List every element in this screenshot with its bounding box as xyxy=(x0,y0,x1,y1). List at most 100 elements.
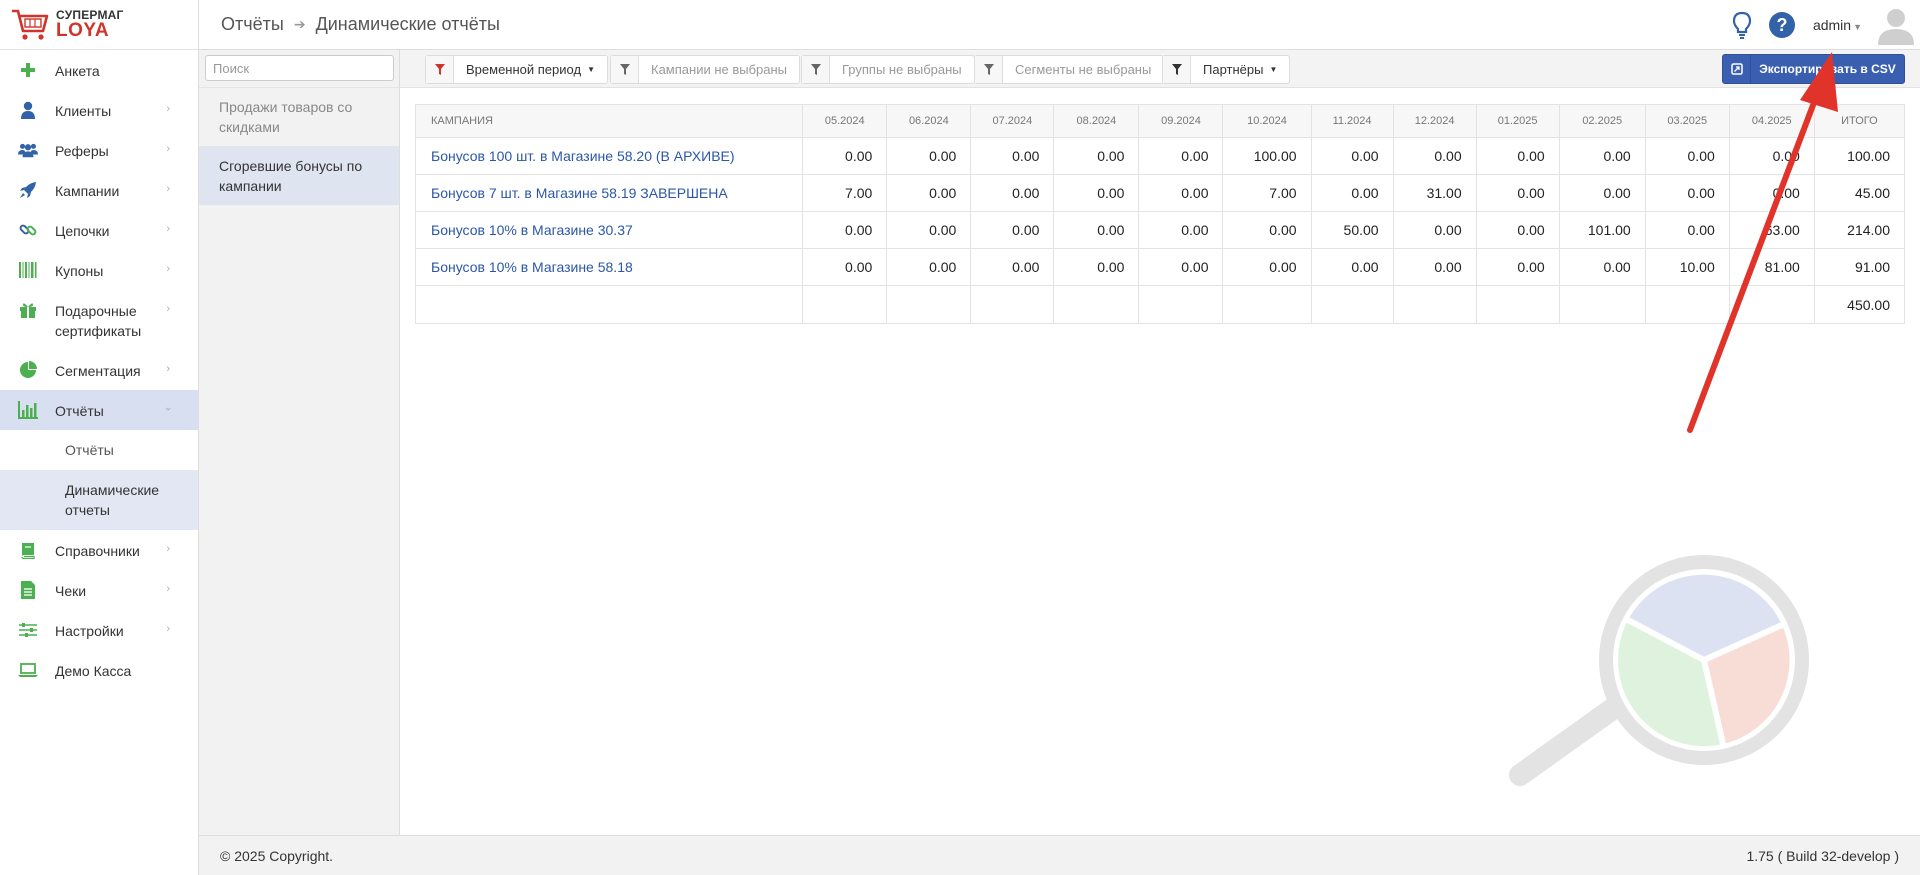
pie-icon xyxy=(18,360,38,380)
table-cell: 0.00 xyxy=(1728,137,1815,175)
filter-segments[interactable]: Сегменты не выбраны xyxy=(974,55,1165,84)
user-menu[interactable]: admin ▼ xyxy=(1813,17,1862,33)
report-search-input[interactable] xyxy=(205,55,394,81)
table-total-row: 450.00 xyxy=(414,285,1906,324)
filter-groups[interactable]: Группы не выбраны xyxy=(801,55,975,84)
table-cell xyxy=(802,285,888,324)
filter-icon[interactable] xyxy=(426,56,454,83)
sidebar-item-refers[interactable]: Реферы › xyxy=(0,130,198,170)
filter-icon[interactable] xyxy=(611,56,639,83)
sidebar-item-anketa[interactable]: Анкета xyxy=(0,50,198,90)
receipt-icon xyxy=(18,580,38,600)
column-header[interactable]: 02.2025 xyxy=(1558,104,1646,138)
sidebar-item-demo-cash[interactable]: Демо Касса xyxy=(0,650,198,690)
sidebar-subitem-reports[interactable]: Отчёты xyxy=(0,430,198,470)
magnifier-pie-watermark xyxy=(1509,555,1809,786)
sidebar-item-clients[interactable]: Клиенты › xyxy=(0,90,198,130)
report-item-burned-bonuses[interactable]: Сгоревшие бонусы по кампании xyxy=(199,146,399,205)
chevron-right-icon: › xyxy=(166,263,170,275)
breadcrumb-reports[interactable]: Отчёты xyxy=(221,14,284,35)
filter-partners[interactable]: Партнёры ▼ xyxy=(1162,55,1291,84)
campaign-link[interactable]: Бонусов 10% в Магазине 30.37 xyxy=(414,211,804,249)
table-cell: 0.00 xyxy=(1475,248,1560,286)
column-header[interactable]: 07.2024 xyxy=(970,104,1055,138)
table-cell: 0.00 xyxy=(1138,211,1224,249)
filter-period-dropdown[interactable]: Временной период ▼ xyxy=(454,56,607,83)
avatar[interactable] xyxy=(1876,5,1916,45)
table-cell xyxy=(1222,285,1312,324)
sliders-icon xyxy=(18,620,38,640)
campaign-link[interactable]: Бонусов 7 шт. в Магазине 58.19 ЗАВЕРШЕНА xyxy=(414,174,804,212)
export-csv-button[interactable]: Экспортировать в CSV xyxy=(1722,54,1905,84)
campaign-link[interactable]: Бонусов 100 шт. в Магазине 58.20 (В АРХИ… xyxy=(414,137,804,175)
sidebar-item-chains[interactable]: Цепочки › xyxy=(0,210,198,250)
filter-icon[interactable] xyxy=(975,56,1003,83)
table-row: Бонусов 10% в Магазине 58.18 0.00 0.00 0… xyxy=(414,248,1906,286)
sidebar-item-label: Отчёты xyxy=(55,403,104,419)
column-header[interactable]: 08.2024 xyxy=(1053,104,1140,138)
table-row: Бонусов 10% в Магазине 30.37 0.00 0.00 0… xyxy=(414,211,1906,249)
caret-down-icon: ▼ xyxy=(1853,22,1862,32)
sidebar-subitem-dynamic-reports[interactable]: Динамические отчеты xyxy=(0,470,198,530)
sidebar-item-gift-cards[interactable]: Подарочные сертификаты › xyxy=(0,290,198,350)
chevron-right-icon: › xyxy=(166,303,170,315)
filter-label[interactable]: Кампании не выбраны xyxy=(639,56,799,83)
column-header[interactable]: ИТОГО xyxy=(1813,104,1906,138)
filter-icon[interactable] xyxy=(1163,56,1191,83)
sidebar-item-reports[interactable]: Отчёты › xyxy=(0,390,198,430)
filter-campaigns[interactable]: Кампании не выбраны xyxy=(610,55,801,84)
column-header[interactable]: 06.2024 xyxy=(886,104,972,138)
table-cell: 0.00 xyxy=(1053,211,1140,249)
help-icon[interactable]: ? xyxy=(1768,12,1795,38)
table-cell xyxy=(1728,285,1815,324)
chevron-right-icon: › xyxy=(166,363,170,375)
filter-label[interactable]: Группы не выбраны xyxy=(830,56,974,83)
column-header[interactable]: 05.2024 xyxy=(802,104,888,138)
table-cell: 0.00 xyxy=(1728,174,1815,212)
sidebar-item-label: Реферы xyxy=(55,143,109,159)
cart-icon xyxy=(12,9,49,40)
username: admin xyxy=(1812,17,1852,33)
column-header[interactable]: 10.2024 xyxy=(1222,104,1312,138)
export-icon xyxy=(1723,55,1751,83)
filter-label[interactable]: Сегменты не выбраны xyxy=(1003,56,1163,83)
laptop-icon xyxy=(18,660,38,680)
logo[interactable]: СУПЕРМАГ LOYA xyxy=(0,0,198,50)
column-header[interactable]: 03.2025 xyxy=(1644,104,1730,138)
filter-label: Временной период xyxy=(466,62,582,77)
table-cell xyxy=(414,285,804,324)
table-cell: 10.00 xyxy=(1644,248,1730,286)
column-header[interactable]: 09.2024 xyxy=(1138,104,1224,138)
table-cell: 0.00 xyxy=(886,137,972,175)
report-item-discount-sales[interactable]: Продажи товаров со скидками xyxy=(199,87,399,146)
table-cell: 0.00 xyxy=(886,248,972,286)
filter-partners-dropdown[interactable]: Партнёры ▼ xyxy=(1191,56,1289,83)
lightbulb-icon[interactable] xyxy=(1731,11,1753,39)
table-cell: 0.00 xyxy=(1222,248,1312,286)
column-header[interactable]: 04.2025 xyxy=(1728,104,1815,138)
column-header[interactable]: КАМПАНИЯ xyxy=(414,104,804,138)
column-header[interactable]: 01.2025 xyxy=(1475,104,1560,138)
table-cell: 0.00 xyxy=(970,211,1055,249)
filter-icon[interactable] xyxy=(802,56,830,83)
table-cell: 0.00 xyxy=(802,248,888,286)
table-cell xyxy=(1053,285,1140,324)
sidebar-item-references[interactable]: Справочники › xyxy=(0,530,198,570)
breadcrumb: Отчёты ➔ Динамические отчёты xyxy=(221,14,500,35)
table-cell: 81.00 xyxy=(1728,248,1815,286)
sidebar-item-campaigns[interactable]: Кампании › xyxy=(0,170,198,210)
chevron-down-icon: › xyxy=(162,407,175,411)
table-cell xyxy=(970,285,1055,324)
sidebar-item-segmentation[interactable]: Сегментация › xyxy=(0,350,198,390)
rocket-icon xyxy=(18,180,38,200)
sidebar-item-coupons[interactable]: Купоны › xyxy=(0,250,198,290)
sidebar-item-receipts[interactable]: Чеки › xyxy=(0,570,198,610)
column-header[interactable]: 11.2024 xyxy=(1310,104,1394,138)
filter-period[interactable]: Временной период ▼ xyxy=(425,55,608,84)
column-header[interactable]: 12.2024 xyxy=(1392,104,1477,138)
sidebar-item-settings[interactable]: Настройки › xyxy=(0,610,198,650)
table-cell: 50.00 xyxy=(1310,211,1394,249)
campaign-link[interactable]: Бонусов 10% в Магазине 58.18 xyxy=(414,248,804,286)
table-cell: 0.00 xyxy=(970,248,1055,286)
sidebar-item-label: Цепочки xyxy=(55,223,110,239)
